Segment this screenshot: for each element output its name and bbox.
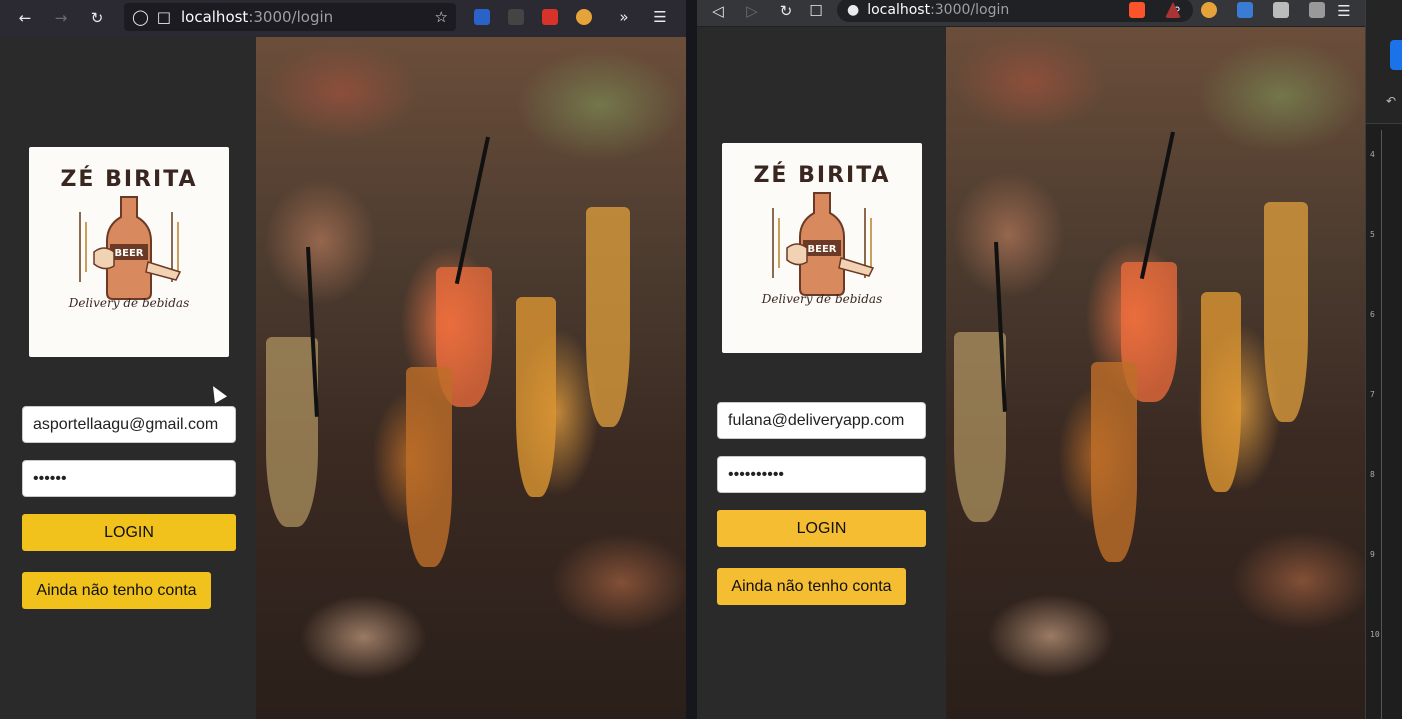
register-button[interactable]: Ainda não tenho conta (717, 568, 906, 605)
url-host: localhost (867, 2, 931, 18)
svg-text:BEER: BEER (808, 244, 837, 255)
logo-subtitle: Delivery de bebidas (68, 296, 190, 310)
logo-card: ZÉ BIRITA BEER Delivery de bebidas (29, 147, 229, 357)
brave-shield-icon[interactable] (1129, 2, 1145, 18)
extension-icon-1[interactable] (1201, 2, 1217, 18)
url-path: :3000/login (930, 2, 1010, 18)
vertical-ruler: 4 5 6 7 8 9 10 (1368, 130, 1382, 719)
browser-window-right: ◁ ▷ ↻ ☐ ● localhost :3000/login ⚬ ☰ ZÉ B… (697, 0, 1365, 719)
mouse-cursor-icon (206, 382, 228, 404)
email-field[interactable]: fulana@deliveryapp.com (717, 402, 926, 439)
bookmark-star-icon[interactable]: ☆ (435, 8, 448, 26)
puzzle-icon[interactable] (1273, 2, 1289, 18)
window-divider (686, 0, 697, 719)
page-content: ZÉ BIRITA BEER Delivery de bebidas fulan… (697, 27, 1365, 719)
shield-icon: ◯ (132, 8, 149, 26)
login-column: ZÉ BIRITA BEER Delivery de bebidas aspor… (0, 37, 256, 719)
reload-icon[interactable]: ↻ (84, 5, 110, 31)
hamburger-menu-icon[interactable]: ☰ (647, 4, 673, 30)
beer-bottle-icon: BEER (79, 196, 182, 300)
wallet-icon[interactable] (1309, 2, 1325, 18)
undo-icon[interactable]: ↶ (1386, 94, 1396, 108)
logo-title: ZÉ BIRITA (60, 167, 198, 192)
page-icon: □ (156, 8, 171, 26)
browser-window-left: ← → ↻ ◯ □ localhost :3000/login ☆ » ☰ ZÉ… (0, 0, 686, 719)
extension-icon-2[interactable] (508, 9, 524, 25)
overflow-chevron-icon[interactable]: » (611, 4, 637, 30)
address-bar[interactable]: ◯ □ localhost :3000/login ☆ (124, 3, 456, 31)
info-icon: ● (847, 2, 860, 18)
extension-icon-1[interactable] (474, 9, 490, 25)
extension-icon-4[interactable] (576, 9, 592, 25)
logo-subtitle: Delivery de bebidas (761, 292, 883, 306)
forward-arrow-icon[interactable]: → (48, 5, 74, 31)
browser-toolbar: ◁ ▷ ↻ ☐ ● localhost :3000/login ⚬ ☰ (697, 0, 1365, 26)
hamburger-menu-icon[interactable]: ☰ (1331, 0, 1357, 24)
beer-bottle-icon: BEER (772, 192, 875, 296)
login-button[interactable]: LOGIN (717, 510, 926, 547)
password-field[interactable]: •••••••••• (717, 456, 926, 493)
devtools-tab-icon[interactable] (1390, 40, 1402, 70)
url-path: :3000/login (248, 8, 334, 26)
login-button[interactable]: LOGIN (22, 514, 236, 551)
register-button[interactable]: Ainda não tenho conta (22, 572, 211, 609)
extension-icon-3[interactable] (542, 9, 558, 25)
back-arrow-icon[interactable]: ◁ (705, 0, 731, 24)
logo-card: ZÉ BIRITA BEER Delivery de bebidas (722, 143, 922, 353)
extension-icon-2[interactable] (1237, 2, 1253, 18)
browser-toolbar: ← → ↻ ◯ □ localhost :3000/login ☆ » ☰ (0, 0, 686, 36)
devtools-panel: ↶ 4 5 6 7 8 9 10 (1365, 0, 1402, 719)
bookmark-icon[interactable]: ☐ (803, 0, 829, 24)
email-field[interactable]: asportellaagu@gmail.com (22, 406, 236, 443)
back-arrow-icon[interactable]: ← (12, 5, 38, 31)
svg-text:BEER: BEER (115, 248, 144, 259)
url-host: localhost (180, 8, 249, 26)
password-field[interactable]: •••••• (22, 460, 236, 497)
devtools-toolbar: ↶ (1366, 0, 1402, 124)
reload-icon[interactable]: ↻ (773, 0, 799, 24)
hero-photo (256, 37, 686, 719)
forward-arrow-icon[interactable]: ▷ (739, 0, 765, 24)
page-content: ZÉ BIRITA BEER Delivery de bebidas aspor… (0, 37, 686, 719)
rewards-icon[interactable] (1165, 2, 1181, 18)
logo-title: ZÉ BIRITA (753, 163, 891, 188)
hero-photo (946, 27, 1365, 719)
login-column: ZÉ BIRITA BEER Delivery de bebidas fulan… (697, 27, 946, 719)
